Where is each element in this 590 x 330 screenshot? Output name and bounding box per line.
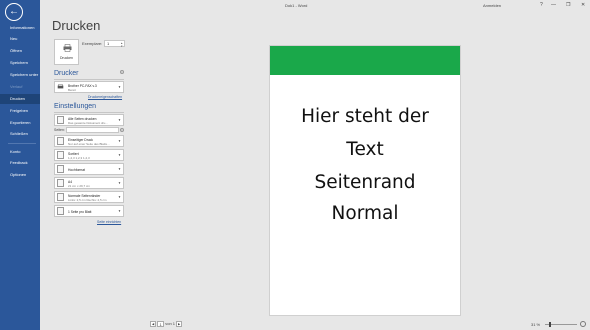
duplex-select[interactable]: Einseitiger Druck Nur auf einer Seite de… xyxy=(54,135,124,147)
chevron-down-icon: ▼ xyxy=(118,118,121,122)
nav-feedback[interactable]: Feedback xyxy=(0,158,40,168)
nav-verlauf: Verlauf xyxy=(10,84,23,89)
nav-freigeben[interactable]: Freigeben xyxy=(0,106,40,116)
preview-text-line: Hier steht der xyxy=(301,106,429,127)
print-range-desc: Das gesamte Dokument dru... xyxy=(68,121,108,125)
paper-size-label: A4 xyxy=(68,179,73,184)
margins-icon xyxy=(57,193,64,201)
paper-size-desc: 21 cm x 29,7 cm xyxy=(68,184,91,188)
nav-exportieren[interactable]: Exportieren xyxy=(0,118,40,128)
collate-label: Sortiert xyxy=(68,151,79,156)
duplex-label: Einseitiger Druck xyxy=(68,137,93,142)
margins-desc: Links: 2,5 cm Rechts: 2,5 cm xyxy=(68,198,107,202)
zoom-slider[interactable] xyxy=(545,322,577,327)
preview-text-line: Normal xyxy=(331,203,399,224)
paper-icon xyxy=(57,179,64,187)
prev-page-icon[interactable]: ◀ xyxy=(150,321,156,327)
pages-input[interactable] xyxy=(66,127,119,133)
minimize-button[interactable]: — xyxy=(551,2,556,8)
page-total: von 1 xyxy=(165,321,176,327)
signin-link[interactable]: Anmelden xyxy=(483,3,501,8)
chevron-down-icon: ▼ xyxy=(118,209,121,213)
chevron-down-icon: ▼ xyxy=(118,167,121,171)
copies-down-icon[interactable]: ▼ xyxy=(121,44,123,49)
portrait-icon xyxy=(57,165,64,173)
settings-heading: Einstellungen xyxy=(54,103,97,110)
preview-text-line: Seitenrand xyxy=(314,172,416,193)
copies-input[interactable]: 1 ▲ ▼ xyxy=(104,40,125,49)
orientation-label: Hochformat xyxy=(68,167,86,172)
chevron-down-icon: ▼ xyxy=(118,153,121,157)
info-icon[interactable]: i xyxy=(120,128,124,132)
print-range-select[interactable]: Alle Seiten drucken Das gesamte Dokument… xyxy=(54,114,124,126)
printer-select[interactable]: Brother PC-FAX v.3 Bereit ▼ xyxy=(54,81,124,93)
nav-optionen[interactable]: Optionen xyxy=(0,170,40,180)
orientation-select[interactable]: Hochformat ▼ xyxy=(54,163,124,175)
nav-speichern[interactable]: Speichern xyxy=(0,58,40,68)
info-icon[interactable]: i xyxy=(120,70,124,74)
window-title: Dok1 - Word xyxy=(285,3,308,8)
zoom-level[interactable]: 31 % xyxy=(531,322,540,327)
maximize-button[interactable]: ❐ xyxy=(566,2,570,8)
preview-text-line: Text xyxy=(346,139,384,160)
page-navigator: ◀ 1 von 1 ▶ xyxy=(150,321,183,327)
nav-oeffnen[interactable]: Öffnen xyxy=(0,46,40,56)
pages-per-sheet-label: 1 Seite pro Blatt xyxy=(68,209,92,214)
one-sided-icon xyxy=(57,137,64,145)
print-button-label: Drucken xyxy=(59,56,74,60)
current-page-input[interactable]: 1 xyxy=(157,321,165,327)
print-range-label: Alle Seiten drucken xyxy=(68,116,97,121)
chevron-down-icon: ▼ xyxy=(118,181,121,185)
margins-select[interactable]: Normale Seitenränder Links: 2,5 cm Recht… xyxy=(54,191,124,203)
printer-icon xyxy=(63,44,72,52)
chevron-down-icon: ▼ xyxy=(118,195,121,199)
settings-divider xyxy=(54,112,124,113)
printer-heading: Drucker xyxy=(54,70,79,77)
margins-label: Normale Seitenränder xyxy=(68,193,101,198)
printer-status: Bereit xyxy=(68,88,76,92)
back-arrow-icon[interactable]: ← xyxy=(5,3,23,21)
nav-konto[interactable]: Konto xyxy=(0,147,40,157)
preview-header-band xyxy=(270,46,460,75)
chevron-down-icon: ▼ xyxy=(118,139,121,143)
duplex-desc: Nur auf einer Seite des Blatts... xyxy=(68,142,110,146)
printer-name: Brother PC-FAX v.3 xyxy=(68,83,97,88)
title-bar: Dok1 - Word Anmelden ? — ❐ ✕ xyxy=(40,0,590,12)
collate-icon xyxy=(57,151,64,159)
nav-speichern-unter[interactable]: Speichern unter xyxy=(0,70,40,80)
nav-divider xyxy=(8,143,36,144)
pages-per-sheet-select[interactable]: 1 Seite pro Blatt ▼ xyxy=(54,205,124,217)
collate-select[interactable]: Sortiert 1,2,3 1,2,3 1,2,3 ▼ xyxy=(54,149,124,161)
printer-device-icon xyxy=(57,83,64,89)
paper-size-select[interactable]: A4 21 cm x 29,7 cm ▼ xyxy=(54,177,124,189)
collate-desc: 1,2,3 1,2,3 1,2,3 xyxy=(68,156,90,160)
nav-informationen[interactable]: Informationen xyxy=(0,23,40,33)
help-button[interactable]: ? xyxy=(540,2,543,8)
nav-drucken[interactable]: Drucken xyxy=(0,94,40,104)
page-range-icon xyxy=(57,116,64,124)
print-preview-page: Hier steht der Text Seitenrand Normal xyxy=(269,45,461,316)
close-button[interactable]: ✕ xyxy=(581,2,585,8)
nav-neu[interactable]: Neu xyxy=(0,34,40,44)
pages-per-sheet-icon xyxy=(57,207,64,215)
printer-properties-link[interactable]: Druckereigenschaften xyxy=(88,95,122,99)
pages-label: Seiten: xyxy=(54,128,65,132)
backstage-sidebar: ← Informationen Neu Öffnen Speichern Spe… xyxy=(0,0,40,330)
nav-schliessen[interactable]: Schließen xyxy=(0,129,40,139)
page-setup-link[interactable]: Seite einrichten xyxy=(97,220,121,224)
next-page-icon[interactable]: ▶ xyxy=(176,321,183,327)
printer-divider xyxy=(54,79,124,80)
zoom-to-page-icon[interactable] xyxy=(580,321,586,327)
print-button[interactable]: Drucken xyxy=(54,39,79,65)
copies-label: Exemplare: xyxy=(82,41,103,46)
copies-value: 1 xyxy=(107,41,110,46)
chevron-down-icon: ▼ xyxy=(118,85,121,89)
page-title: Drucken xyxy=(52,18,101,33)
zoom-slider-thumb[interactable] xyxy=(549,322,551,327)
